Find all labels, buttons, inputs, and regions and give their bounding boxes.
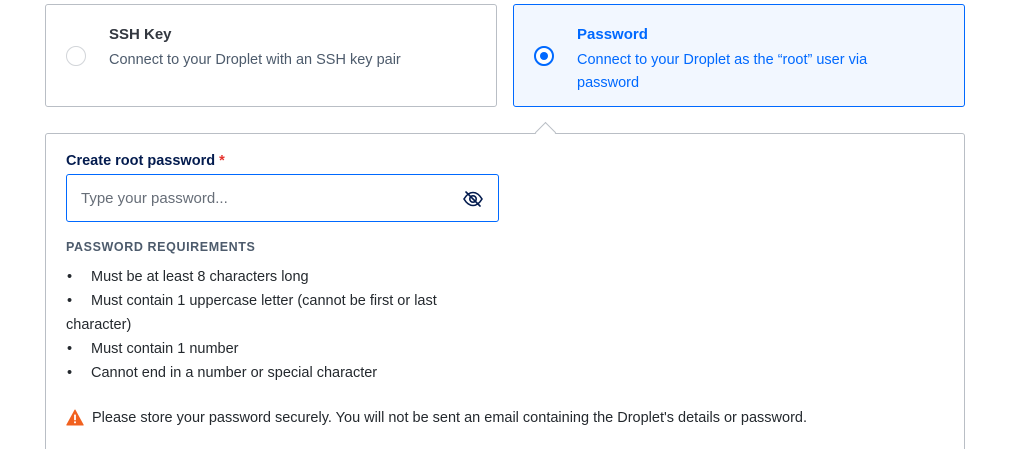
root-password-label: Create root password * <box>66 153 225 169</box>
ssh-key-title: SSH Key <box>109 26 172 43</box>
requirement-item: • Cannot end in a number or special chara… <box>67 365 378 381</box>
ssh-key-option[interactable]: SSH Key Connect to your Droplet with an … <box>45 4 497 107</box>
requirement-text: Must contain 1 number <box>91 341 239 357</box>
requirement-item: • Must be at least 8 characters long <box>67 269 309 285</box>
password-warning: Please store your password securely. You… <box>66 409 807 426</box>
requirements-list: • Must be at least 8 characters long • Mus… <box>66 265 486 385</box>
requirement-text: Cannot end in a number or special charac… <box>91 365 378 381</box>
password-option[interactable]: Password Connect to your Droplet as the … <box>513 4 965 107</box>
password-panel: Create root password * PASSWORD REQUIREME… <box>45 133 965 449</box>
warning-text: Please store your password securely. You… <box>92 409 807 426</box>
requirement-text: Must contain 1 uppercase letter (cannot … <box>66 293 437 333</box>
eye-slash-icon[interactable] <box>462 188 484 210</box>
requirement-item: • Must contain 1 number <box>67 341 239 357</box>
requirement-item: • Must contain 1 uppercase letter (cannot… <box>66 293 437 333</box>
root-password-label-text: Create root password <box>66 153 216 169</box>
required-marker: * <box>219 153 225 169</box>
radio-selected-dot <box>540 52 548 60</box>
password-title: Password <box>577 26 648 43</box>
password-radio[interactable] <box>534 46 554 66</box>
auth-method-section: SSH Key Connect to your Droplet with an … <box>0 0 1033 449</box>
warning-triangle-icon <box>66 409 84 426</box>
requirements-heading: PASSWORD REQUIREMENTS <box>66 240 256 254</box>
ssh-key-radio[interactable] <box>66 46 86 66</box>
password-field <box>66 174 499 222</box>
ssh-key-description: Connect to your Droplet with an SSH key … <box>109 52 401 68</box>
requirement-text: Must be at least 8 characters long <box>91 269 309 285</box>
root-password-input[interactable] <box>81 175 441 221</box>
password-description: Connect to your Droplet as the “root” us… <box>577 52 868 91</box>
